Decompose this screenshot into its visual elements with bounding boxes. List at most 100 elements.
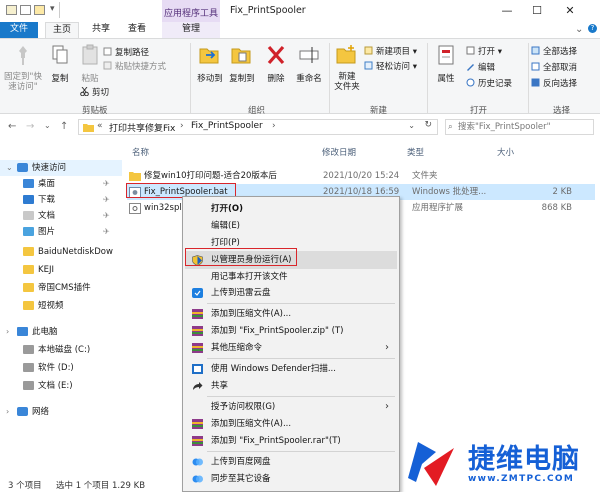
nav-downloads[interactable]: 下载 ✈ (0, 192, 122, 208)
menu-item-other-compress[interactable]: 其他压缩命令 › (185, 339, 397, 357)
properties-label: 属性 (437, 74, 455, 84)
forward-arrow-icon[interactable]: → (26, 121, 34, 132)
defender-icon (192, 364, 203, 374)
menu-item-share[interactable]: 共享 (185, 377, 397, 395)
column-header-name[interactable]: 名称 (132, 146, 149, 158)
open-button[interactable]: 打开 ▾ (466, 45, 502, 57)
tab-share[interactable]: 共享 (84, 22, 118, 38)
address-bar[interactable]: « 打印共享修复Fix › Fix_PrintSpooler › ⌄ ↻ (78, 119, 438, 135)
menu-item-edit[interactable]: 编辑(E) (185, 217, 397, 235)
search-input[interactable]: ⌕ 搜索"Fix_PrintSpooler" (445, 119, 594, 135)
breadcrumb-separator-icon[interactable]: › (180, 121, 184, 131)
tab-view[interactable]: 查看 (120, 22, 154, 38)
drive-icon (23, 381, 34, 390)
pin-quick-access-label: 固定到"快 速访问" (4, 72, 42, 92)
paste-shortcut-button[interactable]: 粘贴快捷方式 (103, 60, 166, 72)
move-to-button[interactable]: 移动到 (194, 43, 226, 84)
ribbon-divider (528, 43, 529, 113)
nav-desktop[interactable]: 桌面 ✈ (0, 176, 122, 192)
ribbon-divider (190, 43, 191, 113)
menu-item-upload-baidu[interactable]: 上传到百度网盘 (185, 453, 397, 471)
watermark-text: 捷维电脑 (468, 444, 580, 475)
column-header-size[interactable]: 大小 (497, 146, 514, 158)
invert-selection-button[interactable]: 反向选择 (531, 77, 577, 89)
copy-to-label: 复制到 (229, 74, 255, 84)
new-folder-icon[interactable] (34, 5, 45, 15)
menu-item-add-to-archive[interactable]: 添加到压缩文件(A)... (185, 305, 397, 323)
select-none-button[interactable]: 全部取消 (531, 61, 577, 73)
new-item-button[interactable]: 新建项目 ▾ (364, 45, 417, 57)
minimize-button[interactable]: — (492, 2, 522, 20)
nav-item-label: 桌面 (38, 179, 56, 189)
search-icon: ⌕ (448, 122, 453, 132)
copy-to-button[interactable]: 复制到 (226, 43, 258, 84)
maximize-button[interactable]: ☐ (522, 2, 552, 20)
pictures-icon (23, 227, 34, 236)
edit-button[interactable]: 编辑 (466, 61, 495, 73)
nav-drive-d[interactable]: 软件 (D:) (0, 360, 122, 376)
new-folder-label: 新建 文件夹 (334, 72, 360, 92)
refresh-icon[interactable]: ↻ (424, 120, 432, 130)
new-folder-button[interactable]: 新建 文件夹 (331, 43, 363, 92)
rename-button[interactable]: 重命名 (292, 43, 326, 84)
context-menu: 打开(O) 编辑(E) 打印(P) 以管理员身份运行(A) 用记事本打开该文件 … (182, 196, 400, 492)
menu-item-add-to-rar[interactable]: 添加到 "Fix_PrintSpooler.rar"(T) (185, 432, 397, 450)
history-button[interactable]: 历史记录 (466, 77, 512, 89)
address-dropdown-icon[interactable]: ⌄ (408, 121, 415, 130)
menu-item-defender-scan[interactable]: 使用 Windows Defender扫描... (185, 360, 397, 378)
menu-item-upload-xunlei[interactable]: 上传到迅雷云盘 (185, 284, 397, 302)
nav-pictures[interactable]: 图片 ✈ (0, 224, 122, 240)
tab-file[interactable]: 文件 (0, 22, 38, 38)
up-arrow-icon[interactable]: ↑ (60, 121, 68, 132)
quick-access-dropdown-icon[interactable]: ▾ (50, 4, 55, 14)
column-header-type[interactable]: 类型 (407, 146, 424, 158)
nav-drive-e[interactable]: 文档 (E:) (0, 378, 122, 394)
expand-ribbon-icon[interactable]: ⌄ (575, 24, 583, 35)
collapse-chevron-icon[interactable]: › (6, 404, 9, 420)
nav-documents[interactable]: 文档 ✈ (0, 208, 122, 224)
column-header-date[interactable]: 修改日期 (322, 146, 356, 158)
expand-chevron-icon[interactable]: ⌄ (6, 160, 13, 176)
collapse-chevron-icon[interactable]: › (6, 324, 9, 340)
tab-manage[interactable]: 管理 (162, 22, 220, 38)
nav-item-label: 文档 (E:) (38, 381, 73, 391)
back-arrow-icon[interactable]: ← (8, 121, 16, 132)
paste-button[interactable]: 粘贴 (76, 43, 104, 84)
cut-button[interactable]: 剪切 (80, 86, 109, 98)
nav-short-video[interactable]: 短视频 (0, 298, 122, 314)
delete-button[interactable]: 删除 (262, 43, 290, 84)
menu-item-grant-access[interactable]: 授予访问权限(G) › (185, 398, 397, 416)
folder-icon (23, 283, 34, 292)
nav-quick-access[interactable]: ⌄ 快速访问 (0, 160, 122, 176)
menu-item-sync-device[interactable]: 同步至其它设备 (185, 470, 397, 488)
menu-item-add-to-archive-2[interactable]: 添加到压缩文件(A)... (185, 415, 397, 433)
tab-home[interactable]: 主页 (45, 22, 79, 38)
nav-this-pc[interactable]: › 此电脑 (0, 324, 122, 340)
properties-button[interactable]: 属性 (431, 43, 461, 84)
menu-item-add-to-zip[interactable]: 添加到 "Fix_PrintSpooler.zip" (T) (185, 322, 397, 340)
nav-empire-cms[interactable]: 帝国CMS插件 (0, 280, 122, 296)
overflow-chevron-icon[interactable]: « (97, 121, 103, 131)
copy-button[interactable]: 复制 (46, 43, 74, 84)
nav-keji[interactable]: KEJI (0, 262, 122, 278)
file-row[interactable]: 修复win10打印问题-适合20版本后 2021/10/20 15:24 文件夹 (127, 168, 595, 184)
select-all-button[interactable]: 全部选择 (531, 45, 577, 57)
nav-drive-c[interactable]: 本地磁盘 (C:) (0, 342, 122, 358)
nav-baidunetdisk[interactable]: BaiduNetdiskDow (0, 244, 122, 260)
file-type: 应用程序扩展 (412, 203, 464, 213)
close-button[interactable]: ✕ (555, 2, 585, 20)
menu-item-open[interactable]: 打开(O) (185, 200, 397, 218)
breadcrumb-item[interactable]: Fix_PrintSpooler (191, 121, 263, 131)
recent-locations-icon[interactable]: ⌄ (44, 121, 51, 130)
easy-access-button[interactable]: 轻松访问 ▾ (364, 60, 417, 72)
title-divider (59, 2, 60, 18)
copy-path-button[interactable]: 复制路径 (103, 46, 149, 58)
pin-quick-access-button[interactable]: 固定到"快 速访问" (2, 43, 44, 92)
help-icon[interactable]: ? (588, 24, 597, 33)
ribbon-tabs: 文件 主页 共享 查看 管理 ⌄ ? (0, 22, 600, 38)
nav-network[interactable]: › 网络 (0, 404, 122, 420)
breadcrumb-item[interactable]: 打印共享修复Fix (109, 121, 175, 134)
pin-icon: ✈ (103, 227, 110, 236)
breadcrumb-separator-icon[interactable]: › (272, 121, 276, 131)
properties-icon[interactable] (20, 5, 31, 15)
